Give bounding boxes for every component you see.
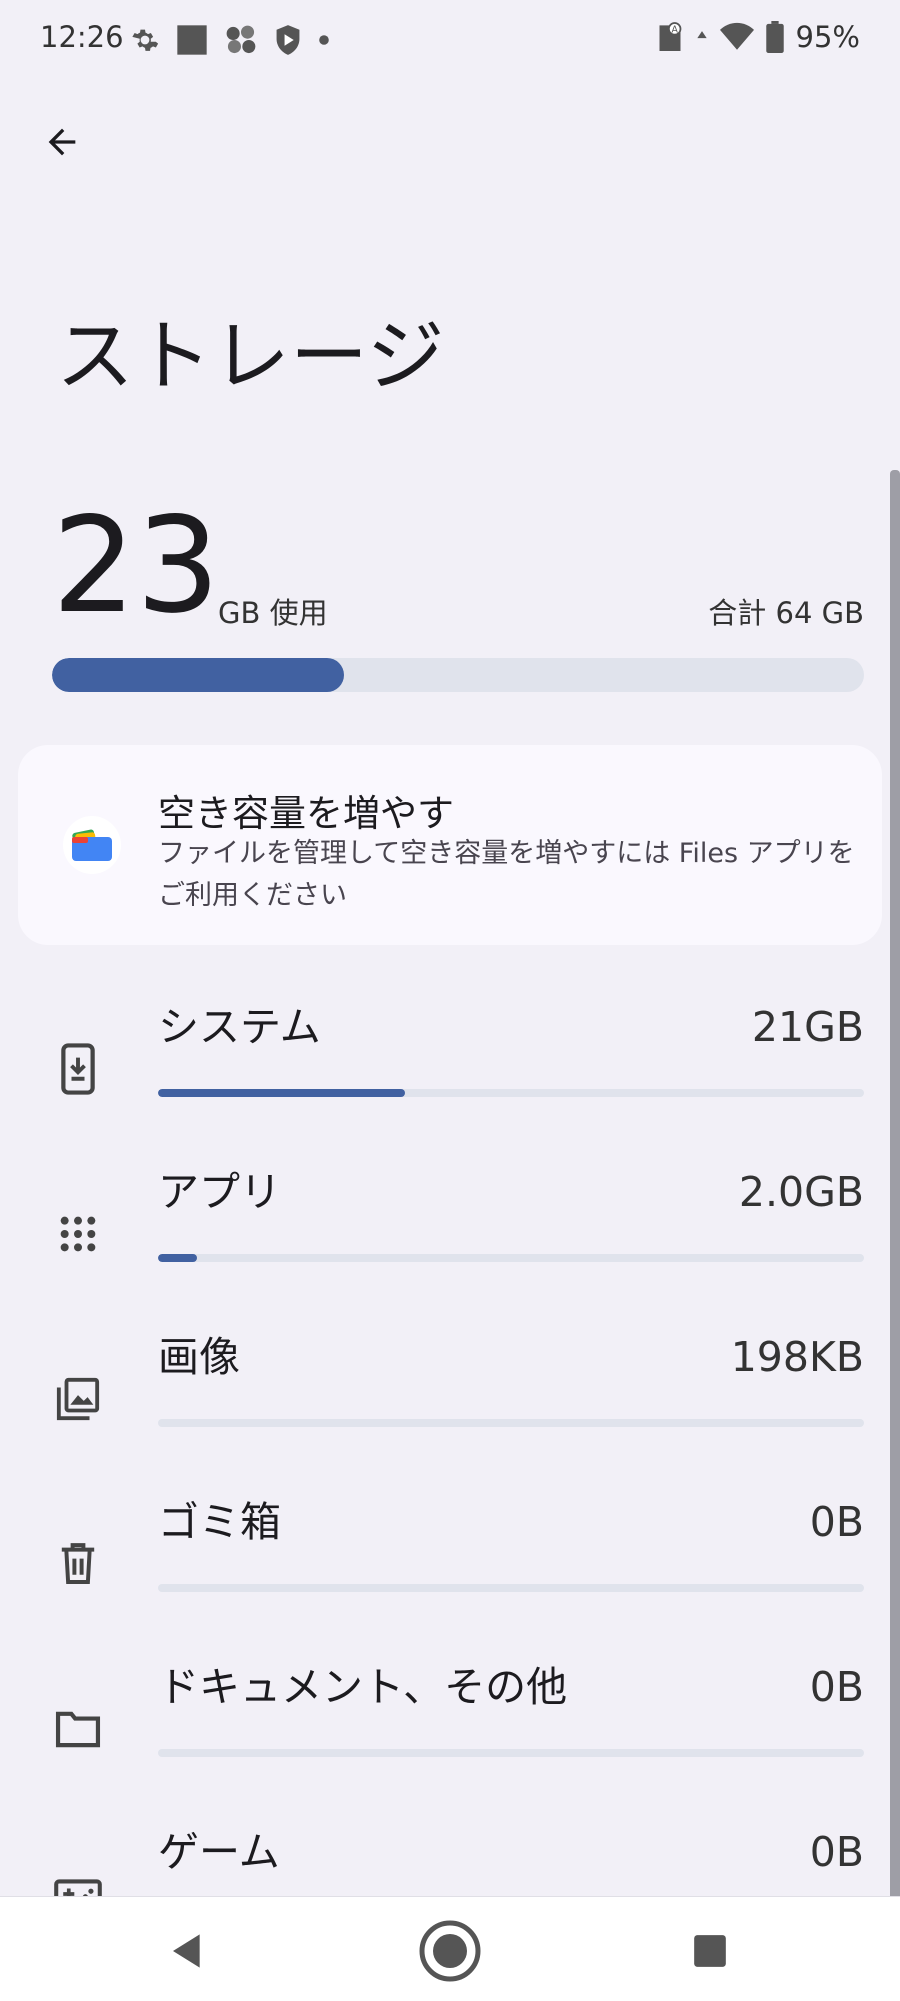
- apps-grid-icon: [50, 1206, 106, 1262]
- scrollbar[interactable]: [890, 470, 900, 1900]
- folder-icon: [50, 1701, 106, 1757]
- category-size: 21GB: [751, 1003, 864, 1051]
- category-bar-fill: [158, 1254, 197, 1262]
- nav-recents-icon: [694, 1935, 726, 1967]
- square-icon: [177, 25, 207, 55]
- category-bar: [158, 1584, 864, 1592]
- battery-icon: [765, 21, 784, 53]
- category-trash[interactable]: ゴミ箱 0B: [0, 1498, 890, 1663]
- category-name: ゲーム: [158, 1828, 280, 1876]
- nav-back-button[interactable]: [148, 1911, 228, 1991]
- nav-recents-button[interactable]: [670, 1911, 750, 1991]
- nav-back-icon: [173, 1934, 200, 1968]
- category-size: 0B: [809, 1663, 864, 1711]
- status-left-icons: [130, 22, 330, 58]
- category-system[interactable]: システム 21GB: [0, 1003, 890, 1168]
- category-bar-fill: [158, 1089, 406, 1097]
- gear-icon: [132, 29, 159, 51]
- category-games[interactable]: ゲーム 0B: [0, 1828, 890, 1896]
- free-up-space-description: ファイルを管理して空き容量を増やすには Files アプリをご利用ください: [158, 838, 855, 911]
- arrow-back-icon: [48, 128, 76, 156]
- status-bar: 12:26 A 95%: [0, 0, 900, 80]
- navigation-bar: [0, 1896, 900, 2001]
- wifi-icon: [719, 22, 754, 50]
- used-value: 23: [52, 489, 220, 643]
- cluster-icon: [226, 25, 256, 54]
- category-size: 198KB: [730, 1333, 864, 1381]
- used-unit: GB 使用: [218, 596, 328, 630]
- gamepad-icon: [50, 1866, 106, 1896]
- free-up-space-card[interactable]: 空き容量を増やす ファイルを管理して空き容量を増やすには Files アプリをご…: [18, 745, 882, 945]
- category-size: 2.0GB: [738, 1168, 864, 1216]
- category-bar: [158, 1419, 864, 1427]
- category-bar: [158, 1254, 864, 1262]
- total-capacity: 合計 64 GB: [708, 596, 864, 630]
- category-apps[interactable]: アプリ 2.0GB: [0, 1168, 890, 1333]
- files-app-icon: [62, 815, 122, 875]
- category-bar: [158, 1089, 864, 1097]
- category-bar: [158, 1749, 864, 1757]
- svg-text:A: A: [671, 24, 678, 35]
- status-right-icons: A 95%: [656, 20, 860, 54]
- nav-home-icon: [419, 1920, 481, 1982]
- category-name: システム: [158, 1003, 321, 1051]
- storage-usage-bar: [52, 658, 864, 692]
- images-icon: [50, 1371, 106, 1427]
- category-documents[interactable]: ドキュメント、その他 0B: [0, 1663, 890, 1828]
- status-time: 12:26: [40, 20, 124, 54]
- category-images[interactable]: 画像 198KB: [0, 1333, 890, 1498]
- category-size: 0B: [809, 1828, 864, 1876]
- data-arrow-icon: [696, 31, 707, 39]
- phone-download-icon: [50, 1041, 106, 1097]
- dot-icon: [319, 35, 329, 45]
- battery-percent: 95%: [795, 20, 860, 54]
- sim-icon: A: [659, 22, 681, 51]
- category-name: ドキュメント、その他: [158, 1663, 568, 1711]
- category-size: 0B: [809, 1498, 864, 1546]
- category-name: ゴミ箱: [158, 1498, 281, 1546]
- trash-icon: [50, 1536, 106, 1592]
- storage-usage-bar-fill: [52, 658, 344, 692]
- free-up-space-title: 空き容量を増やす: [158, 792, 454, 835]
- category-name: 画像: [158, 1333, 240, 1381]
- page-title: ストレージ: [56, 312, 445, 402]
- nav-home-button[interactable]: [410, 1911, 490, 1991]
- back-button[interactable]: [26, 106, 98, 178]
- shield-play-icon: [276, 25, 300, 55]
- category-name: アプリ: [158, 1168, 281, 1216]
